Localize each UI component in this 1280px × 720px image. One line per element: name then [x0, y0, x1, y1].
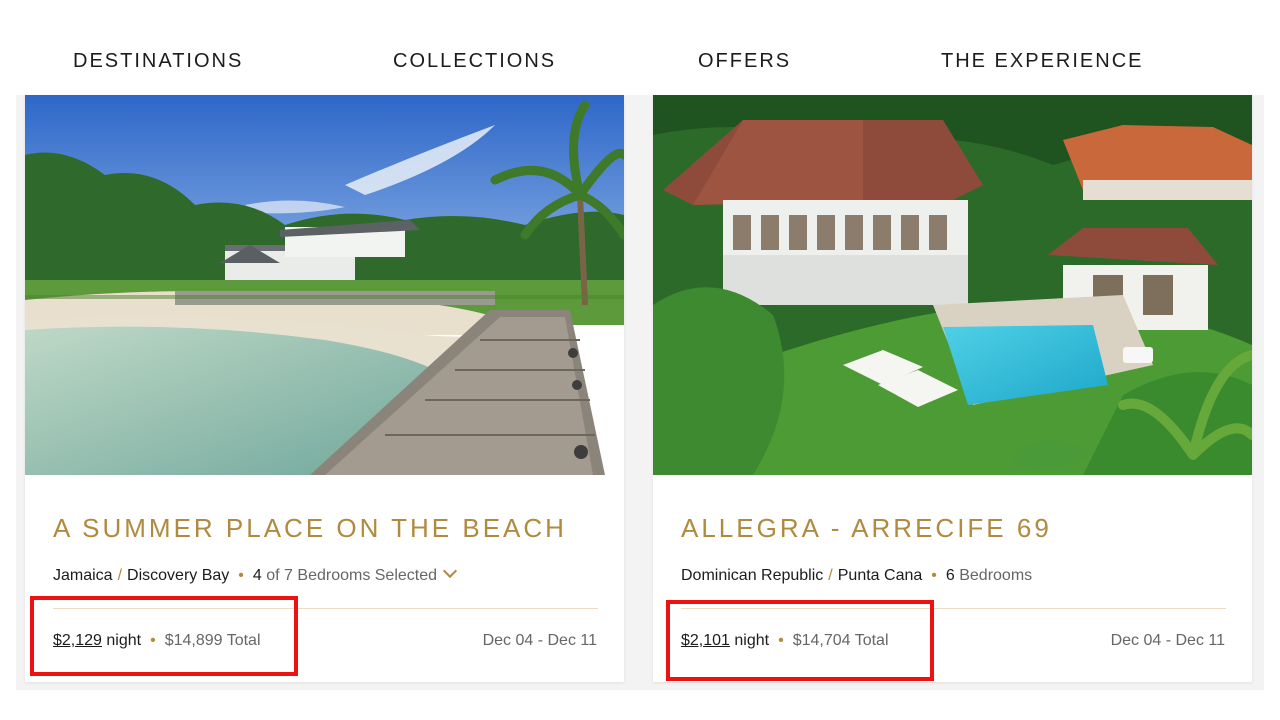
- location-country[interactable]: Jamaica: [53, 567, 113, 584]
- top-navigation: DESTINATIONS COLLECTIONS OFFERS THE EXPE…: [0, 0, 1280, 95]
- property-photo-beach[interactable]: [25, 95, 624, 475]
- bedrooms-label: Bedrooms: [959, 567, 1033, 584]
- property-location: Dominican Republic / Punta Cana • 6 Bedrooms: [681, 567, 1032, 585]
- property-title[interactable]: ALLEGRA - ARRECIFE 69: [681, 513, 1052, 544]
- property-card[interactable]: A SUMMER PLACE ON THE BEACH Jamaica / Disc…: [25, 95, 624, 682]
- location-country[interactable]: Dominican Republic: [681, 567, 823, 584]
- location-region[interactable]: Punta Cana: [838, 567, 923, 584]
- property-location: Jamaica / Discovery Bay • 4 of 7 Bedrooms Se…: [53, 563, 458, 585]
- nav-the-experience[interactable]: THE EXPERIENCE: [941, 50, 1143, 73]
- nav-destinations[interactable]: DESTINATIONS: [73, 50, 243, 73]
- price-highlight-box: [30, 596, 298, 676]
- bedrooms-of: of 7: [266, 567, 293, 584]
- nav-collections[interactable]: COLLECTIONS: [393, 50, 556, 73]
- bedrooms-count: 4: [252, 567, 262, 584]
- location-separator: /: [117, 567, 123, 584]
- bullet-separator: •: [238, 567, 244, 584]
- property-photo-villa[interactable]: [653, 95, 1252, 475]
- property-card[interactable]: ALLEGRA - ARRECIFE 69 Dominican Republic…: [653, 95, 1252, 682]
- location-separator: /: [828, 567, 833, 584]
- property-title[interactable]: A SUMMER PLACE ON THE BEACH: [53, 513, 567, 544]
- bedrooms-label[interactable]: Bedrooms Selected: [297, 567, 437, 584]
- nav-offers[interactable]: OFFERS: [698, 50, 791, 73]
- chevron-down-icon[interactable]: [442, 563, 458, 579]
- stay-dates: Dec 04 - Dec 11: [1110, 632, 1225, 649]
- location-region[interactable]: Discovery Bay: [127, 567, 229, 584]
- bedrooms-count: 6: [945, 567, 955, 584]
- stay-dates: Dec 04 - Dec 11: [482, 632, 597, 649]
- price-highlight-box: [666, 600, 934, 681]
- bullet-separator: •: [931, 567, 937, 584]
